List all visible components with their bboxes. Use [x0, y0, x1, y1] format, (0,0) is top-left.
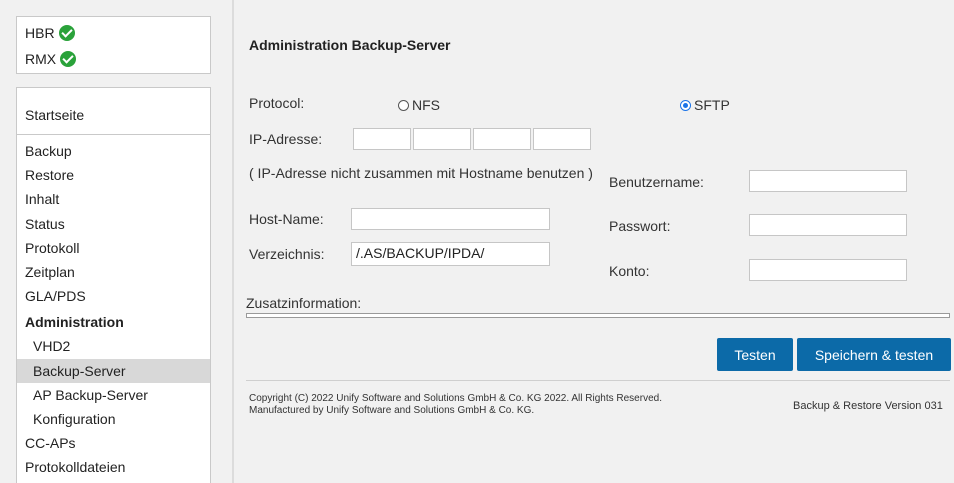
sidebar-item-administration[interactable]: Administration — [25, 312, 124, 332]
radio-unchecked-icon — [398, 99, 409, 111]
copyright-line-2: Manufactured by Unify Software and Solut… — [249, 405, 535, 416]
version-text: Backup & Restore Version 031 — [793, 400, 943, 412]
username-label: Benutzername: — [609, 174, 704, 190]
extra-info-label: Zusatzinformation: — [246, 295, 362, 311]
vertical-divider — [232, 0, 234, 483]
copyright-text: Copyright (C) 2022 Unify Software and So… — [249, 393, 662, 417]
ip-octet-3-input[interactable] — [473, 128, 531, 150]
ip-octet-1-input[interactable] — [353, 128, 411, 150]
sidebar-item-cc-aps[interactable]: CC-APs — [25, 433, 76, 453]
ip-octet-2-input[interactable] — [413, 128, 471, 150]
directory-label: Verzeichnis: — [249, 246, 325, 262]
footer-divider — [246, 380, 950, 381]
sidebar-item-gla-pds[interactable]: GLA/PDS — [25, 286, 86, 306]
sidebar-item-protokolldateien[interactable]: Protokolldateien — [25, 457, 125, 477]
sidebar-item-status[interactable]: Status — [25, 214, 65, 234]
password-input[interactable] — [749, 214, 907, 236]
account-input[interactable] — [749, 259, 907, 281]
sidebar-item-restore[interactable]: Restore — [25, 165, 74, 185]
save-and-test-button[interactable]: Speichern & testen — [797, 338, 951, 371]
protocol-nfs-label: NFS — [412, 97, 440, 113]
sidebar-item-label: Startseite — [25, 107, 85, 123]
directory-input[interactable]: /.AS/BACKUP/IPDA/ — [351, 242, 550, 266]
ip-octet-4-input[interactable] — [533, 128, 591, 150]
protocol-sftp-label: SFTP — [694, 97, 730, 113]
sidebar-item-vhd2[interactable]: VHD2 — [33, 336, 70, 356]
status-rmx-label: RMX — [25, 51, 57, 67]
protocol-nfs-radio[interactable]: NFS — [398, 97, 440, 113]
username-input[interactable] — [749, 170, 907, 192]
sidebar-item-backup[interactable]: Backup — [25, 141, 72, 161]
status-rmx: RMX — [25, 49, 77, 69]
check-circle-icon — [58, 25, 75, 41]
test-button[interactable]: Testen — [717, 338, 793, 371]
host-name-input[interactable] — [351, 208, 550, 230]
host-name-label: Host-Name: — [249, 211, 324, 227]
sidebar-item-startseite[interactable]: Startseite — [17, 88, 210, 135]
copyright-line-1: Copyright (C) 2022 Unify Software and So… — [249, 393, 662, 404]
radio-checked-icon — [680, 99, 691, 111]
protocol-sftp-radio[interactable]: SFTP — [680, 97, 730, 113]
password-label: Passwort: — [609, 218, 671, 234]
status-panel: HBR RMX — [16, 16, 211, 74]
sidebar-item-protokoll[interactable]: Protokoll — [25, 238, 79, 258]
sidebar-item-zeitplan[interactable]: Zeitplan — [25, 262, 75, 282]
ip-hint-text: ( IP-Adresse nicht zusammen mit Hostname… — [249, 165, 593, 181]
sidebar-item-inhalt[interactable]: Inhalt — [25, 189, 59, 209]
sidebar-item-konfiguration[interactable]: Konfiguration — [33, 409, 116, 429]
sidebar-nav: Startseite Backup Restore Inhalt Status … — [16, 87, 211, 483]
sidebar-item-ap-backup-server[interactable]: AP Backup-Server — [33, 385, 148, 405]
status-hbr-label: HBR — [25, 25, 55, 41]
protocol-label: Protocol: — [249, 95, 305, 111]
page-title: Administration Backup-Server — [249, 37, 451, 53]
check-circle-icon — [60, 51, 77, 67]
sidebar-item-backup-server[interactable]: Backup-Server — [17, 359, 210, 383]
ip-address-label: IP-Adresse: — [249, 131, 323, 147]
status-hbr: HBR — [25, 23, 75, 43]
account-label: Konto: — [609, 263, 650, 279]
extra-info-textarea[interactable] — [246, 313, 950, 318]
